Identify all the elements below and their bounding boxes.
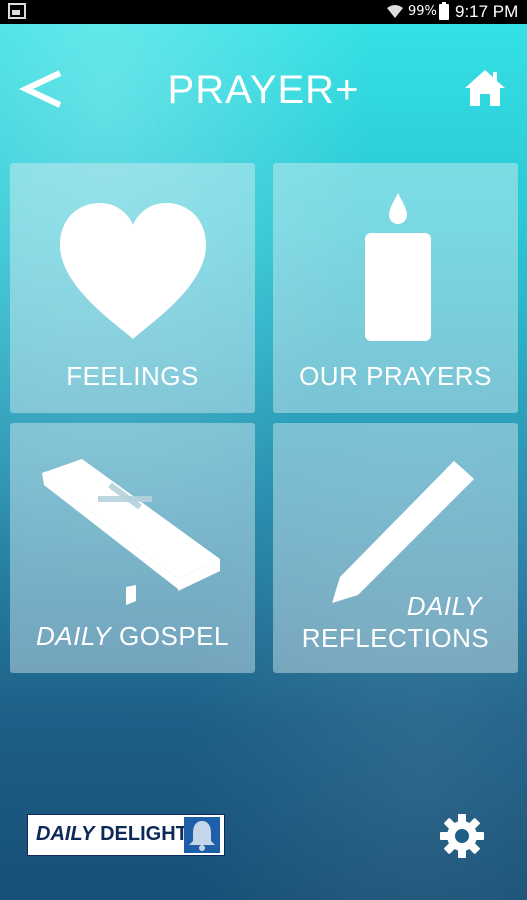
bible-icon [42, 459, 220, 605]
tile-label: OUR PRAYERS [299, 361, 492, 391]
heart-icon [60, 203, 206, 339]
clock: 9:17 PM [455, 2, 519, 21]
page-title: PRAYER+ [167, 68, 360, 112]
pencil-icon [332, 461, 474, 603]
tile-label: DAILY GOSPEL [10, 621, 255, 652]
settings-gear-icon[interactable] [438, 812, 486, 860]
tile-label-italic-row: DAILY [273, 591, 518, 622]
home-icon [465, 70, 505, 106]
gallery-notification-icon [8, 3, 26, 19]
daily-delights-logo-button[interactable]: DAILY DELIGHTS [27, 814, 225, 856]
tile-label: REFLECTIONS [301, 623, 490, 653]
tile-daily-gospel[interactable]: DAILY GOSPEL [10, 423, 255, 673]
battery-percent: 99% [408, 4, 437, 19]
home-button[interactable] [463, 66, 507, 110]
tile-daily-reflections[interactable]: DAILY REFLECTIONS [273, 423, 518, 673]
tile-label: FEELINGS [66, 361, 199, 391]
candle-icon [365, 193, 431, 341]
tile-label-italic: DAILY [406, 591, 482, 621]
status-bar: 99% 9:17 PM [0, 0, 527, 24]
header: PRAYER+ [0, 24, 527, 144]
battery-icon [439, 2, 449, 20]
daily-delights-italic: DAILY [36, 823, 95, 845]
tile-label-italic: DAILY [36, 621, 112, 651]
wifi-icon [387, 5, 403, 18]
daily-delights-text: DAILY DELIGHTS [36, 823, 201, 846]
tile-our-prayers[interactable]: OUR PRAYERS [273, 163, 518, 413]
tile-feelings[interactable]: FEELINGS [10, 163, 255, 413]
app-screen: 99% 9:17 PM PRAYER+ FEELINGS OUR PRAYERS [0, 0, 527, 900]
tile-label-main: GOSPEL [119, 621, 229, 651]
bell-icon [184, 817, 220, 853]
